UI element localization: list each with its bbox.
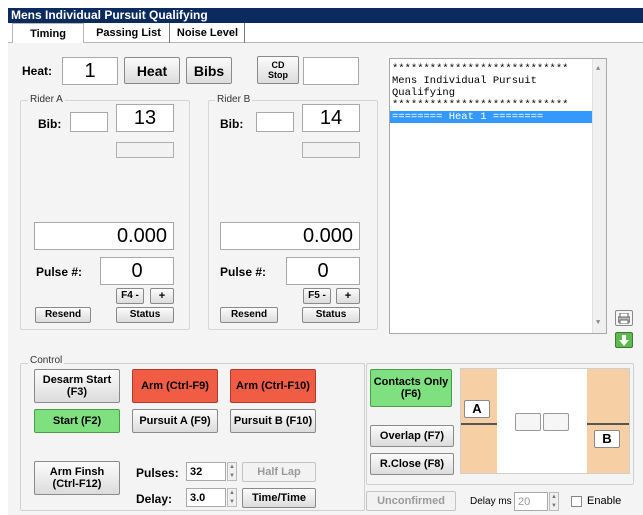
log-line: **************************** xyxy=(392,63,569,75)
enable-label: Enable xyxy=(587,495,622,507)
heat-label: Heat: xyxy=(22,64,53,78)
printer-icon xyxy=(618,312,630,324)
track-lane-b xyxy=(587,369,629,473)
tab-passing-list[interactable]: Passing List xyxy=(88,23,170,43)
rider-a-bib-label: Bib: xyxy=(38,117,62,131)
delay-input[interactable]: 3.0 xyxy=(186,488,226,507)
track-lane-a xyxy=(461,369,497,473)
track-diagram: A B xyxy=(460,368,630,474)
time-time-button[interactable]: Time/Time xyxy=(242,488,316,508)
rider-a-pulse-label: Pulse #: xyxy=(36,265,83,279)
pursuit-b-button[interactable]: Pursuit B (F10) xyxy=(230,409,316,433)
sensor-box-left xyxy=(515,413,541,431)
rider-a-time: 0.000 xyxy=(34,222,174,250)
start-button[interactable]: Start (F2) xyxy=(34,409,120,433)
track-a-button[interactable]: A xyxy=(464,400,490,418)
unconfirmed-button[interactable]: Unconfirmed xyxy=(366,491,456,511)
tab-noise-level[interactable]: Noise Level xyxy=(171,23,245,43)
rider-b-minus-button[interactable]: F5 - xyxy=(303,288,331,304)
finish-line-a xyxy=(461,423,497,425)
rider-a-status-field xyxy=(116,142,174,158)
event-log-list[interactable]: **************************** Mens Indivi… xyxy=(389,58,607,334)
pulses-spinner[interactable]: ▲ ▼ xyxy=(227,462,237,481)
enable-checkbox[interactable] xyxy=(571,496,582,507)
delay-ms-spinner[interactable]: ▲ ▼ xyxy=(549,492,559,511)
scroll-up-icon[interactable]: ▲ xyxy=(596,63,600,75)
rider-b-pulse-label: Pulse #: xyxy=(220,265,267,279)
rider-b-status-button[interactable]: Status xyxy=(302,307,360,323)
rider-b-time: 0.000 xyxy=(220,222,360,250)
cd-stop-button[interactable]: CD Stop xyxy=(257,56,299,84)
overlap-button[interactable]: Overlap (F7) xyxy=(370,425,454,447)
contacts-only-button[interactable]: Contacts Only (F6) xyxy=(370,369,452,407)
rider-b-resend-button[interactable]: Resend xyxy=(220,307,278,323)
r-close-button[interactable]: R.Close (F8) xyxy=(370,453,454,475)
arm-ctrl-f10-button[interactable]: Arm (Ctrl-F10) xyxy=(230,369,316,403)
rider-a-plus-button[interactable]: + xyxy=(150,288,174,304)
tab-bar: Timing Passing List Noise Level xyxy=(8,23,643,44)
rider-a-pulse-value[interactable]: 0 xyxy=(100,257,174,285)
pulses-input[interactable]: 32 xyxy=(186,462,226,481)
bibs-button[interactable]: Bibs xyxy=(186,57,232,84)
rider-a-bib-input[interactable] xyxy=(70,112,108,132)
pursuit-a-button[interactable]: Pursuit A (F9) xyxy=(132,409,218,433)
rider-b-status-field xyxy=(302,142,360,158)
tab-timing[interactable]: Timing xyxy=(12,23,84,44)
arm-ctrl-f9-button[interactable]: Arm (Ctrl-F9) xyxy=(132,369,218,403)
delay-ms-label: Delay ms xyxy=(470,496,512,507)
track-b-button[interactable]: B xyxy=(594,430,620,448)
control-title: Control xyxy=(28,355,65,366)
rider-b-bib-number[interactable]: 14 xyxy=(302,104,360,132)
delay-label: Delay: xyxy=(136,492,173,506)
delay-ms-input[interactable]: 20 xyxy=(514,492,548,511)
window-title: Mens Individual Pursuit Qualifying xyxy=(8,8,643,23)
log-line: Qualifying xyxy=(392,87,456,99)
log-line-selected[interactable]: ======== Heat 1 ======== xyxy=(390,111,592,123)
rider-b-bib-input[interactable] xyxy=(256,112,294,132)
heat-button[interactable]: Heat xyxy=(124,57,180,84)
rider-b-plus-button[interactable]: + xyxy=(336,288,360,304)
rider-b-pulse-value[interactable]: 0 xyxy=(286,257,360,285)
half-lap-button[interactable]: Half Lap xyxy=(242,462,316,482)
rider-b-title: Rider B xyxy=(215,94,253,105)
log-scrollbar[interactable]: ▲ ▼ xyxy=(592,59,606,333)
scroll-down-icon[interactable]: ▼ xyxy=(596,317,600,329)
rider-a-title: Rider A xyxy=(28,94,65,105)
rider-a-status-button[interactable]: Status xyxy=(116,307,174,323)
pulses-label: Pulses: xyxy=(136,466,179,480)
print-button[interactable] xyxy=(615,310,633,326)
rider-a-resend-button[interactable]: Resend xyxy=(35,307,91,323)
finish-line-b xyxy=(587,423,629,425)
delay-spinner[interactable]: ▲ ▼ xyxy=(227,488,237,507)
arrow-down-icon xyxy=(619,334,629,346)
arm-finish-button[interactable]: Arm Finsh (Ctrl-F12) xyxy=(34,461,120,495)
rider-a-bib-number[interactable]: 13 xyxy=(116,104,174,132)
heat-value-field[interactable]: 1 xyxy=(62,57,118,85)
sensor-box-right xyxy=(543,413,569,431)
log-line: **************************** xyxy=(392,99,569,111)
cd-value-field[interactable] xyxy=(303,57,359,85)
log-line: Mens Individual Pursuit xyxy=(392,75,537,87)
rider-a-minus-button[interactable]: F4 - xyxy=(116,288,144,304)
desarm-start-button[interactable]: Desarm Start (F3) xyxy=(34,369,120,403)
rider-b-bib-label: Bib: xyxy=(220,117,244,131)
download-button[interactable] xyxy=(615,332,633,348)
